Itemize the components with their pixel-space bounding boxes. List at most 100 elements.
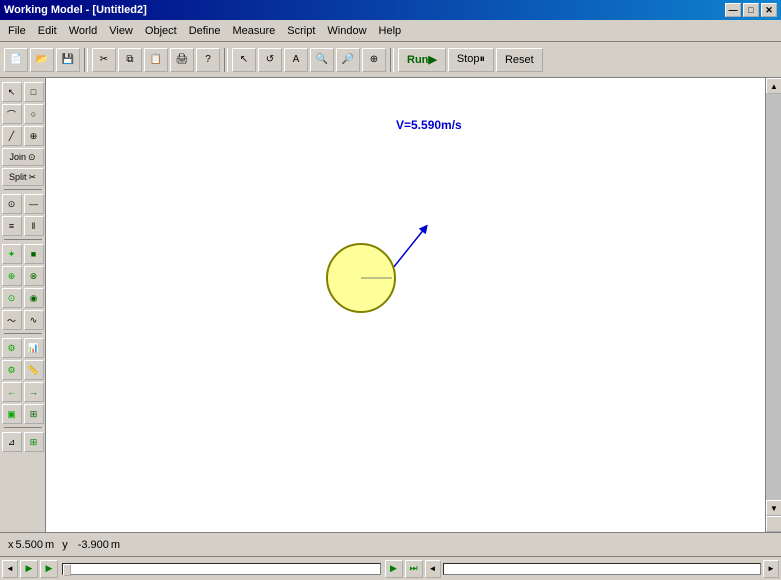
circle-tool[interactable]: ○ — [24, 104, 44, 124]
zoom-fit-tool[interactable]: ⊕ — [362, 48, 386, 72]
rect-tool[interactable]: □ — [24, 82, 44, 102]
x-label: x — [8, 539, 14, 551]
menu-define[interactable]: Define — [183, 23, 227, 39]
menu-view[interactable]: View — [103, 23, 139, 39]
tool-row-11: ⚙ 📊 — [2, 338, 44, 358]
menu-file[interactable]: File — [2, 23, 32, 39]
tool-row-8: ⊕ ⊗ — [2, 266, 44, 286]
snap-tool[interactable]: ⊿ — [2, 432, 22, 452]
timeline-left-button[interactable]: ◄ — [2, 560, 18, 578]
spring-tool[interactable]: — — [24, 194, 44, 214]
green-tool5[interactable]: ⊙ — [2, 288, 22, 308]
split-label: Split — [9, 172, 27, 182]
green-tool6[interactable]: ◉ — [24, 288, 44, 308]
force-tool[interactable]: ⊙ — [2, 194, 22, 214]
tool-row-2: ⌒ ○ — [2, 104, 44, 124]
split-button[interactable]: Split ✂ — [2, 168, 44, 186]
join-label: Join — [9, 152, 26, 162]
left-sep2 — [4, 239, 42, 241]
menu-script[interactable]: Script — [281, 23, 321, 39]
cut-button[interactable]: ✂ — [92, 48, 116, 72]
join-button[interactable]: Join ⊙ — [2, 148, 44, 166]
line-tool[interactable]: ╱ — [2, 126, 22, 146]
new-button[interactable]: 📄 — [4, 48, 28, 72]
zoom-out-tool[interactable]: 🔎 — [336, 48, 360, 72]
timeline-scroll-track[interactable] — [443, 563, 762, 575]
bottom-controls: ◄ ▶ ▶ ▶ ⏭ ◄ ► — [0, 556, 781, 580]
zoom-in-tool[interactable]: 🔍 — [310, 48, 334, 72]
arrow-left-tool[interactable]: ← — [2, 382, 22, 402]
scroll-down-button[interactable]: ▼ — [766, 500, 781, 516]
text-tool[interactable]: A — [284, 48, 308, 72]
pointer-tool[interactable]: ↖ — [2, 82, 22, 102]
timeline-scroll-right[interactable]: ► — [763, 560, 779, 578]
reset-button[interactable]: Reset — [496, 48, 543, 72]
main-area: ↖ □ ⌒ ○ ╱ ⊕ Join ⊙ Split ✂ ⊙ — ≡ ‖ — [0, 78, 781, 532]
curve-tool[interactable]: ⌒ — [2, 104, 22, 124]
close-button[interactable]: ✕ — [761, 3, 777, 17]
play-button[interactable]: ▶ — [20, 560, 38, 578]
tool-row-3: ╱ ⊕ — [2, 126, 44, 146]
output-tool[interactable]: ⊞ — [24, 404, 44, 424]
wave-tool[interactable]: 〜 — [2, 310, 22, 330]
green-tool4[interactable]: ⊗ — [24, 266, 44, 286]
menu-measure[interactable]: Measure — [226, 23, 281, 39]
green-tool1[interactable]: ✦ — [2, 244, 22, 264]
sim-circle — [326, 243, 396, 313]
status-bar: x 5.500 m y -3.900 m — [0, 532, 781, 556]
minimize-button[interactable]: — — [725, 3, 741, 17]
chart-tool[interactable]: 📊 — [24, 338, 44, 358]
title-text: Working Model - [Untitled2] — [4, 4, 147, 16]
tool-row-14: ▣ ⊞ — [2, 404, 44, 424]
stop-button[interactable]: Stop⏸ — [448, 48, 494, 72]
timeline-scroll-left[interactable]: ◄ — [425, 560, 441, 578]
run-button[interactable]: Run▶ — [398, 48, 446, 72]
timeline-thumb[interactable] — [63, 564, 71, 576]
green-tool2[interactable]: ■ — [24, 244, 44, 264]
paste-button[interactable]: 📋 — [144, 48, 168, 72]
anchor-tool[interactable]: ⊕ — [24, 126, 44, 146]
timeline-track[interactable] — [62, 563, 381, 575]
timeline-step-forward[interactable]: ▶ — [385, 560, 403, 578]
resize-grip[interactable] — [766, 516, 781, 532]
input-tool[interactable]: ▣ — [2, 404, 22, 424]
join-icon: ⊙ — [28, 152, 36, 163]
menu-edit[interactable]: Edit — [32, 23, 63, 39]
rotate-tool[interactable]: ↺ — [258, 48, 282, 72]
open-button[interactable]: 📂 — [30, 48, 54, 72]
gear-tool[interactable]: ⚙ — [2, 360, 22, 380]
wave-tool2[interactable]: ∿ — [24, 310, 44, 330]
forward-play-button[interactable]: ▶ — [40, 560, 58, 578]
copy-button[interactable]: ⧉ — [118, 48, 142, 72]
tool-row-5: ⊙ — — [2, 194, 44, 214]
menu-window[interactable]: Window — [321, 23, 372, 39]
tool-row-6: ≡ ‖ — [2, 216, 44, 236]
y-value: -3.900 — [78, 539, 109, 551]
joint-tool[interactable]: ‖ — [24, 216, 44, 236]
motor-tool[interactable]: ⚙ — [2, 338, 22, 358]
timeline-end[interactable]: ⏭ — [405, 560, 423, 578]
tool-row-9: ⊙ ◉ — [2, 288, 44, 308]
menu-object[interactable]: Object — [139, 23, 183, 39]
save-button[interactable]: 💾 — [56, 48, 80, 72]
green-tool3[interactable]: ⊕ — [2, 266, 22, 286]
help-button[interactable]: ? — [196, 48, 220, 72]
split-icon: ✂ — [28, 172, 36, 183]
menu-world[interactable]: World — [63, 23, 104, 39]
scroll-track-v[interactable] — [766, 94, 781, 500]
scroll-up-button[interactable]: ▲ — [766, 78, 781, 94]
damper-tool[interactable]: ≡ — [2, 216, 22, 236]
arrow-right-tool[interactable]: → — [24, 382, 44, 402]
measure-tool[interactable]: 📏 — [24, 360, 44, 380]
print-button[interactable]: 🖨 — [170, 48, 194, 72]
left-sep4 — [4, 427, 42, 429]
tool-row-12: ⚙ 📏 — [2, 360, 44, 380]
grid-tool[interactable]: ⊞ — [24, 432, 44, 452]
maximize-button[interactable]: □ — [743, 3, 759, 17]
x-value: 5.500 — [16, 539, 44, 551]
tool-row-7: ✦ ■ — [2, 244, 44, 264]
menu-bar: File Edit World View Object Define Measu… — [0, 20, 781, 42]
left-toolbar: ↖ □ ⌒ ○ ╱ ⊕ Join ⊙ Split ✂ ⊙ — ≡ ‖ — [0, 78, 46, 532]
menu-help[interactable]: Help — [373, 23, 408, 39]
select-tool[interactable]: ↖ — [232, 48, 256, 72]
